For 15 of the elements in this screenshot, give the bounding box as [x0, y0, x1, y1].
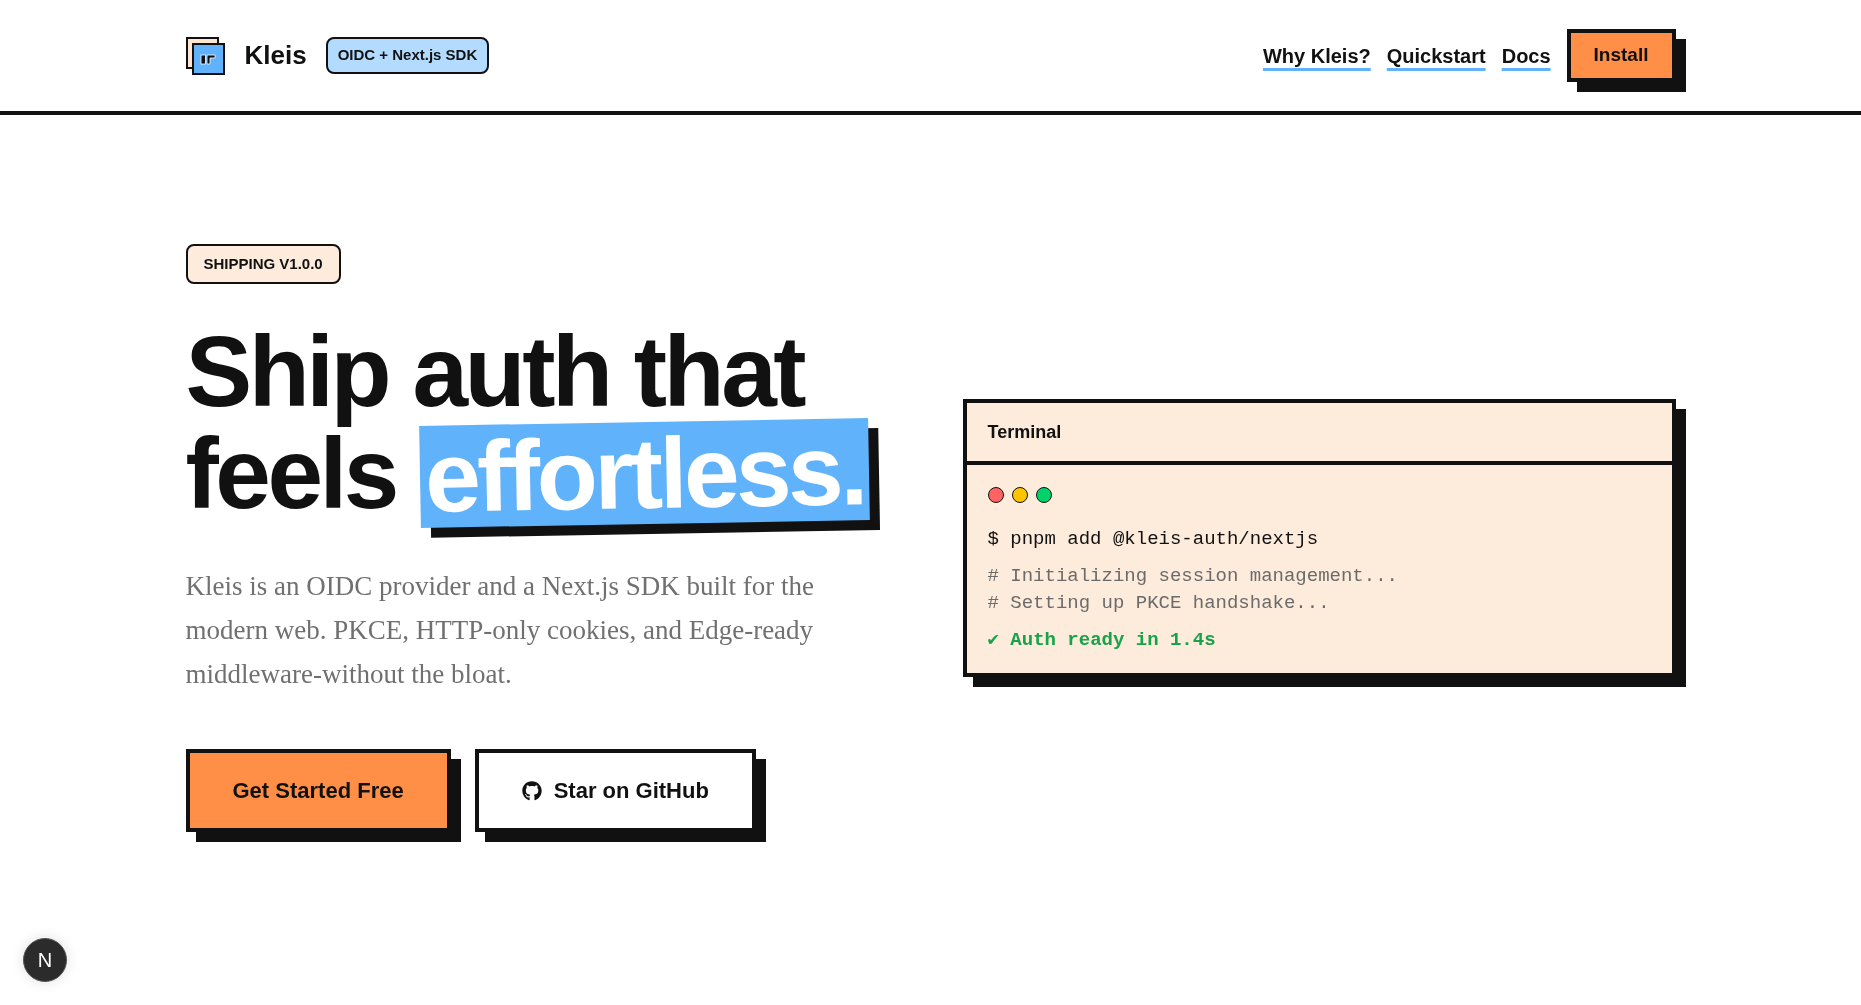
hero-description: Kleis is an OIDC provider and a Next.js SDK built for the modern web. PKCE, HTTP-only cookies, and Edge-ready middleware-without the bloat. [185, 570, 815, 691]
terminal-line: # Initializing session management... [987, 564, 1399, 589]
dev-tools-button[interactable]: N [23, 938, 67, 982]
logo-icon [185, 36, 225, 75]
nav-link[interactable]: Quickstart [1386, 40, 1486, 71]
version-badge: SHIPPING V1.0.0 [185, 244, 341, 284]
terminal-title: Terminal [987, 420, 1062, 444]
sdk-badge: OIDC + Next.js SDK [325, 37, 490, 74]
nav-link[interactable]: Docs [1501, 40, 1551, 71]
github-icon [521, 780, 542, 801]
nav-link[interactable]: Why Kleis? [1262, 40, 1371, 71]
terminal-line: $ pnpm add @kleis-auth/nextjs [987, 527, 1320, 552]
terminal-line: ✔ Auth ready in 1.4s [987, 628, 1217, 653]
brand-name: Kleis [244, 39, 307, 72]
terminal-line: # Setting up PKCE handshake... [987, 591, 1331, 616]
